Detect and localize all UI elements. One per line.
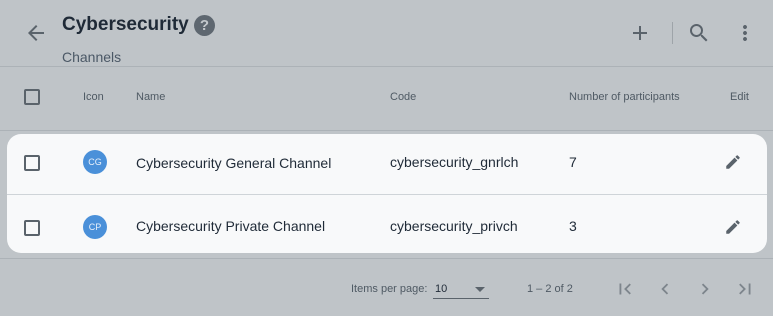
- chevron-left-icon[interactable]: [654, 278, 676, 300]
- pencil-icon[interactable]: [724, 218, 742, 236]
- items-per-page-select[interactable]: 10: [433, 279, 489, 299]
- table-row[interactable]: CP Cybersecurity Private Channel cyberse…: [7, 195, 767, 255]
- toolbar-divider: [672, 22, 673, 44]
- page-range-label: 1 – 2 of 2: [527, 283, 573, 295]
- avatar: CG: [83, 150, 107, 174]
- table-body: CG Cybersecurity General Channel cyberse…: [7, 134, 767, 253]
- avatar: CP: [83, 215, 107, 239]
- search-icon[interactable]: [687, 21, 711, 45]
- channel-name: Cybersecurity General Channel: [136, 155, 332, 171]
- table-row[interactable]: CG Cybersecurity General Channel cyberse…: [7, 134, 767, 195]
- arrow-back-icon[interactable]: [24, 21, 48, 45]
- select-underline: [433, 298, 489, 299]
- column-header-edit: Edit: [730, 91, 749, 103]
- page-header: Cybersecurity ? Channels: [0, 0, 773, 66]
- row-checkbox[interactable]: [24, 220, 40, 236]
- column-header-name[interactable]: Name: [136, 91, 165, 103]
- items-per-page-label: Items per page:: [351, 283, 428, 295]
- column-header-participants[interactable]: Number of participants: [569, 91, 680, 103]
- column-header-code[interactable]: Code: [390, 91, 416, 103]
- plus-icon[interactable]: [628, 21, 652, 45]
- channel-name: Cybersecurity Private Channel: [136, 218, 326, 234]
- items-per-page-value: 10: [435, 283, 448, 295]
- table-header-divider: [0, 130, 773, 131]
- participant-count: 7: [569, 154, 577, 170]
- last-page-icon[interactable]: [734, 278, 756, 300]
- first-page-icon[interactable]: [614, 278, 636, 300]
- more-vert-icon[interactable]: [733, 21, 757, 45]
- channel-code: cybersecurity_privch: [390, 218, 518, 234]
- page-title: Cybersecurity: [62, 14, 189, 35]
- row-checkbox[interactable]: [24, 155, 40, 171]
- chevron-right-icon[interactable]: [694, 278, 716, 300]
- select-all-checkbox[interactable]: [24, 89, 40, 105]
- channel-code: cybersecurity_gnrlch: [390, 154, 519, 170]
- dropdown-arrow-icon: [475, 287, 485, 292]
- table-footer-divider: [0, 258, 773, 259]
- header-divider: [0, 66, 773, 67]
- help-circle-icon[interactable]: ?: [194, 15, 215, 36]
- column-header-icon: Icon: [83, 91, 104, 103]
- pencil-icon[interactable]: [724, 153, 742, 171]
- page-subtitle: Channels: [62, 49, 122, 65]
- participant-count: 3: [569, 218, 577, 234]
